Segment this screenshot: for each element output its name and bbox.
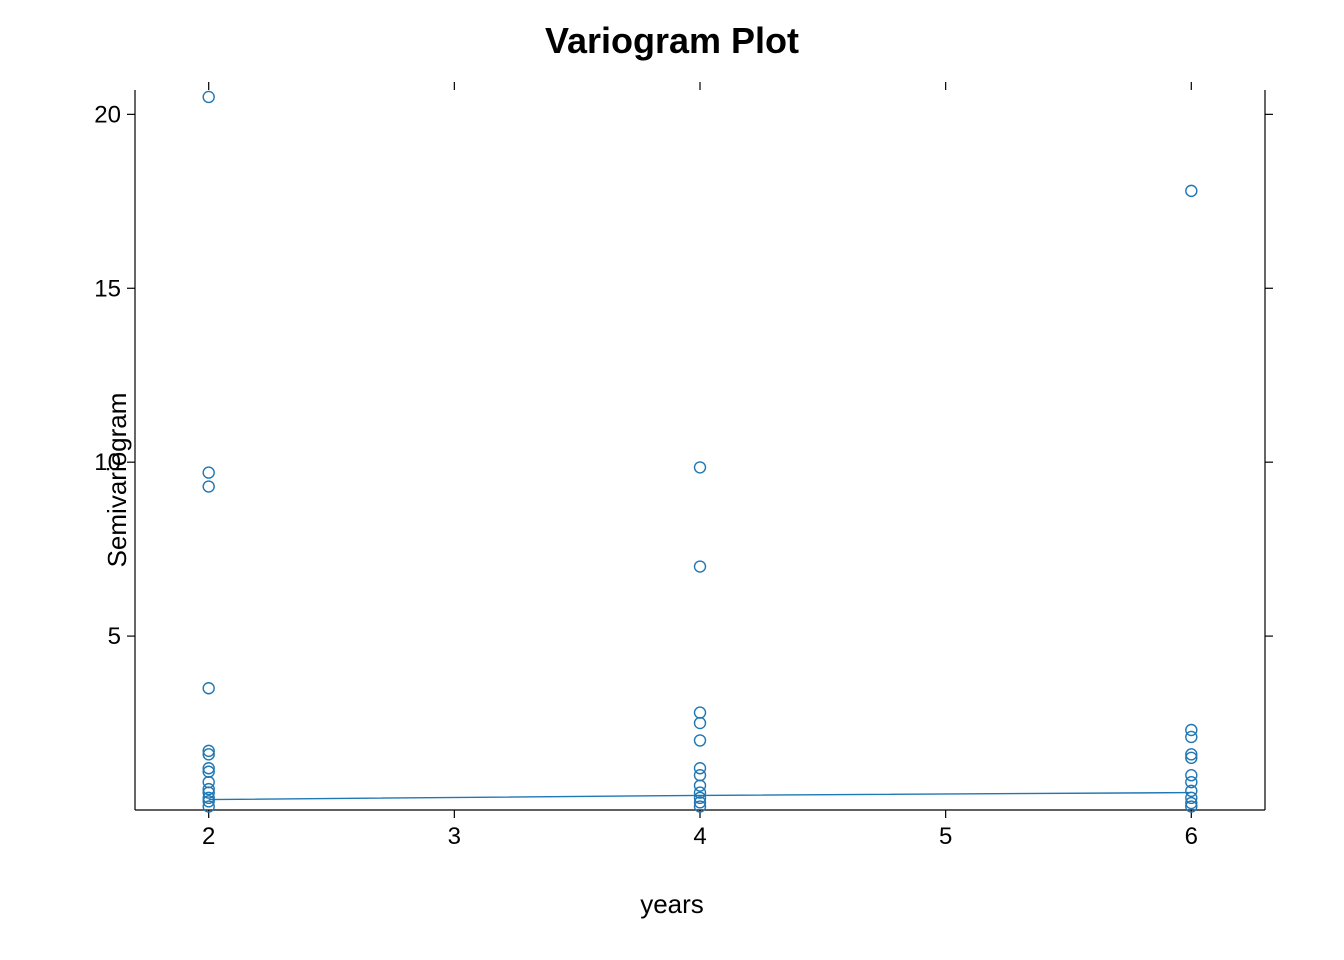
data-point: [1186, 731, 1197, 742]
chart-container: Variogram Plot Semivariogram years 23456…: [0, 0, 1344, 960]
data-point: [203, 91, 214, 102]
plot-area: 2 3 4 5 6 5 10 15 20: [0, 0, 1344, 960]
data-point: [203, 481, 214, 492]
y-tick-label: 15: [94, 275, 121, 302]
x-tick-label: 5: [939, 823, 952, 850]
y-tick-label: 20: [94, 101, 121, 128]
data-point: [695, 770, 706, 781]
y-tick-label: 10: [94, 449, 121, 476]
data-point: [695, 462, 706, 473]
data-point: [695, 735, 706, 746]
data-point: [695, 561, 706, 572]
data-point: [695, 718, 706, 729]
x-tick-label: 6: [1185, 823, 1198, 850]
x-tick-label: 4: [693, 823, 706, 850]
data-point: [203, 467, 214, 478]
y-tick-label: 5: [108, 623, 121, 650]
x-tick-label: 2: [202, 823, 215, 850]
x-tick-label: 3: [448, 823, 461, 850]
data-point: [203, 683, 214, 694]
data-point: [1186, 185, 1197, 196]
data-point: [695, 707, 706, 718]
